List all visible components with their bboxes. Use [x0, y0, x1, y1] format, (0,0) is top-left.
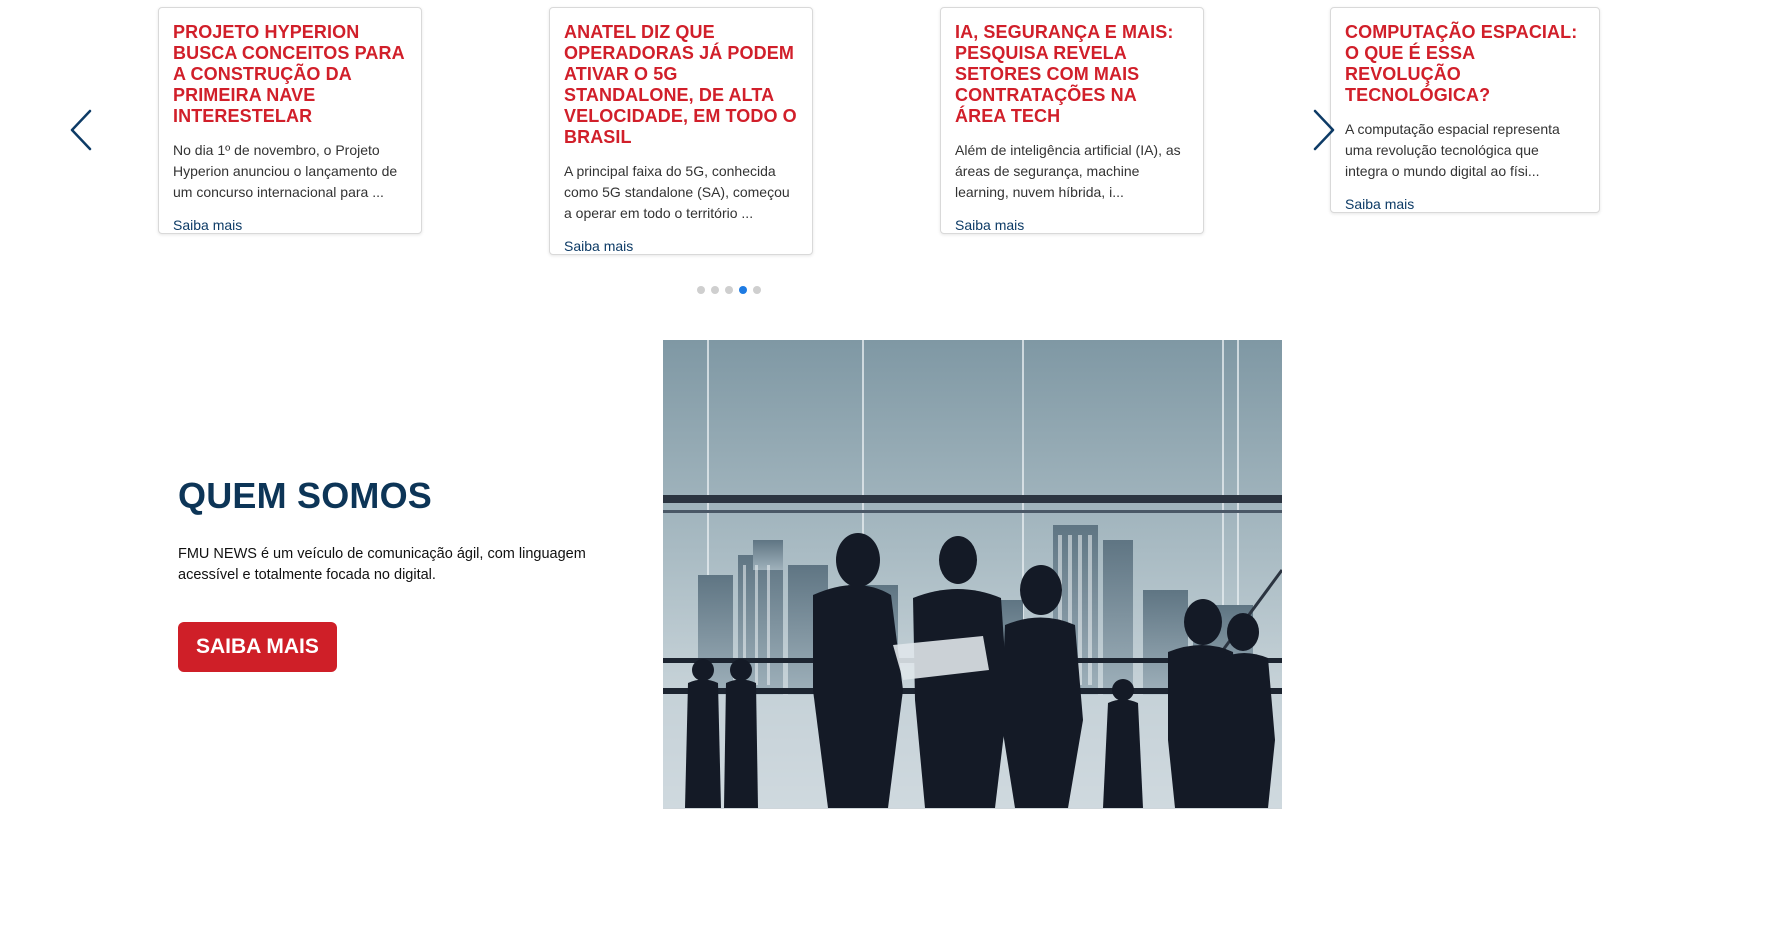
- pagination-dot[interactable]: [725, 286, 733, 294]
- pagination-dot[interactable]: [697, 286, 705, 294]
- news-card-title[interactable]: IA, SEGURANÇA E MAIS: PESQUISA REVELA SE…: [955, 22, 1189, 127]
- news-card[interactable]: COMPUTAÇÃO ESPACIAL: O QUE É ESSA REVOLU…: [1330, 7, 1600, 213]
- chevron-right-icon[interactable]: [1311, 108, 1337, 152]
- news-card-excerpt: Além de inteligência artificial (IA), as…: [955, 142, 1181, 200]
- news-card-excerpt: A computação espacial representa uma rev…: [1345, 121, 1560, 179]
- chevron-left-icon[interactable]: [68, 108, 94, 152]
- read-more-link[interactable]: Saiba mais: [1345, 196, 1414, 212]
- read-more-link[interactable]: Saiba mais: [955, 217, 1024, 233]
- carousel-pagination: [697, 286, 761, 294]
- pagination-dot-active[interactable]: [739, 286, 747, 294]
- about-section: QUEM SOMOS FMU NEWS é um veículo de comu…: [178, 476, 648, 672]
- news-card[interactable]: PROJETO HYPERION BUSCA CONCEITOS PARA A …: [158, 7, 422, 234]
- news-card-excerpt: No dia 1º de novembro, o Projeto Hyperio…: [173, 142, 398, 200]
- read-more-link[interactable]: Saiba mais: [173, 217, 242, 233]
- pagination-dot[interactable]: [711, 286, 719, 294]
- pagination-dot[interactable]: [753, 286, 761, 294]
- about-title: QUEM SOMOS: [178, 475, 433, 516]
- news-card[interactable]: ANATEL DIZ QUE OPERADORAS JÁ PODEM ATIVA…: [549, 7, 813, 255]
- read-more-link[interactable]: Saiba mais: [564, 238, 633, 254]
- news-card-title[interactable]: COMPUTAÇÃO ESPACIAL: O QUE É ESSA REVOLU…: [1345, 22, 1585, 106]
- page: PROJETO HYPERION BUSCA CONCEITOS PARA A …: [0, 0, 1774, 934]
- news-card-excerpt: A principal faixa do 5G, conhecida como …: [564, 163, 790, 221]
- news-carousel: PROJETO HYPERION BUSCA CONCEITOS PARA A …: [0, 0, 1774, 340]
- news-card[interactable]: IA, SEGURANÇA E MAIS: PESQUISA REVELA SE…: [940, 7, 1204, 234]
- news-card-title[interactable]: ANATEL DIZ QUE OPERADORAS JÁ PODEM ATIVA…: [564, 22, 798, 148]
- team-silhouette-image: [663, 340, 1282, 809]
- about-description: FMU NEWS é um veículo de comunicação ági…: [178, 546, 586, 583]
- saiba-mais-button[interactable]: SAIBA MAIS: [178, 622, 337, 672]
- news-card-title[interactable]: PROJETO HYPERION BUSCA CONCEITOS PARA A …: [173, 22, 407, 127]
